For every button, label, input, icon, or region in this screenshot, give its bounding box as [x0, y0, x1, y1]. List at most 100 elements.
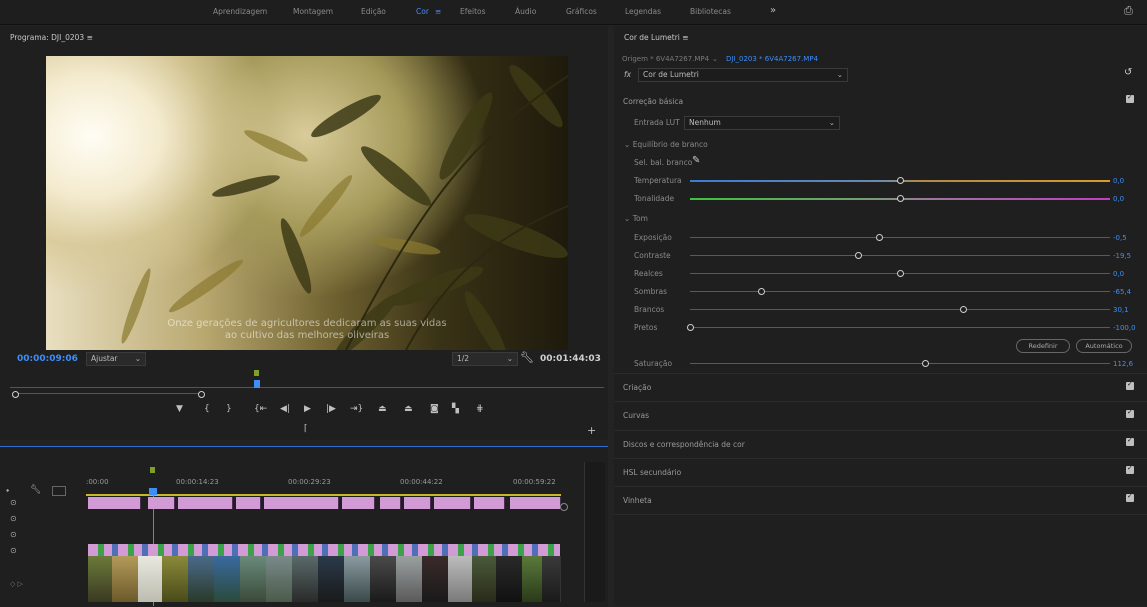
- caption-clip[interactable]: [236, 497, 261, 509]
- current-timecode[interactable]: 00:00:09:06: [17, 354, 78, 364]
- contrast-slider-track[interactable]: [690, 255, 1110, 256]
- video-clip[interactable]: [396, 556, 423, 602]
- chevron-down-icon[interactable]: ⌄: [712, 55, 718, 63]
- caption-clip[interactable]: [264, 497, 339, 509]
- snap-icon[interactable]: ⬩: [6, 486, 9, 496]
- lumetri-title[interactable]: Cor de Lumetri ≡: [624, 33, 689, 42]
- timeline-playhead[interactable]: [149, 488, 157, 495]
- fit-dropdown[interactable]: Ajustar ⌄: [86, 352, 146, 366]
- section-basic-correction[interactable]: Correção básica: [614, 88, 1147, 115]
- step-back-icon[interactable]: ◀|: [280, 404, 290, 414]
- zoom-start-handle[interactable]: [12, 391, 19, 398]
- track-visibility-icon[interactable]: ⊙: [10, 498, 17, 507]
- workspace-tab-bibliotecas[interactable]: Bibliotecas: [690, 7, 731, 16]
- program-monitor-title[interactable]: Programa: DJI_0203 ≡: [10, 33, 93, 42]
- workspace-tab-graficos[interactable]: Gráficos: [566, 7, 597, 16]
- work-area-bar[interactable]: [86, 494, 561, 496]
- section-enable-checkbox[interactable]: [1126, 380, 1134, 390]
- resolution-dropdown[interactable]: 1/2 ⌄: [452, 352, 518, 366]
- video-clip[interactable]: [522, 556, 543, 602]
- workspace-tab-cor[interactable]: Cor: [416, 7, 429, 16]
- track-visibility-icon[interactable]: ⊙: [10, 530, 17, 539]
- section-color-wheels[interactable]: Discos e correspondência de cor: [614, 430, 1147, 458]
- section-creative[interactable]: Criação: [614, 373, 1147, 401]
- video-clip[interactable]: [112, 556, 139, 602]
- overflow-icon[interactable]: »: [770, 5, 776, 16]
- play-icon[interactable]: ▶: [304, 404, 311, 414]
- section-vignette[interactable]: Vinheta: [614, 486, 1147, 514]
- video-clip[interactable]: [318, 556, 345, 602]
- monitor-scrubber[interactable]: [10, 387, 604, 388]
- whites-slider-track[interactable]: [690, 309, 1110, 310]
- workspace-tab-edicao[interactable]: Edição: [361, 7, 386, 16]
- video-clip[interactable]: [472, 556, 497, 602]
- go-to-out-icon[interactable]: ⇥}: [350, 404, 363, 414]
- lift-icon[interactable]: ⏏: [378, 404, 387, 414]
- temperature-value[interactable]: 0,0: [1113, 177, 1124, 185]
- track-expand-icon[interactable]: ◇ ▷: [10, 580, 23, 588]
- blacks-slider-track[interactable]: [690, 327, 1110, 328]
- caption-clip[interactable]: [434, 497, 471, 509]
- temperature-slider-knob[interactable]: [897, 177, 904, 184]
- video-clip[interactable]: [448, 556, 473, 602]
- section-hsl-secondary[interactable]: HSL secundário: [614, 458, 1147, 486]
- contrast-slider-knob[interactable]: [855, 252, 862, 259]
- workspace-tab-audio[interactable]: Áudio: [515, 7, 536, 16]
- monitor-playhead[interactable]: [254, 380, 260, 388]
- track-visibility-icon[interactable]: ⊙: [10, 514, 17, 523]
- source-clip-label[interactable]: Origem * 6V4A7267.MP4: [622, 55, 709, 63]
- extract-icon[interactable]: ⏏: [404, 404, 413, 414]
- caption-clip[interactable]: [510, 497, 561, 509]
- video-clip[interactable]: [496, 556, 523, 602]
- tint-slider-knob[interactable]: [897, 195, 904, 202]
- exposure-value[interactable]: -0,5: [1113, 234, 1127, 242]
- video-clip[interactable]: [188, 556, 215, 602]
- zoom-end-handle[interactable]: [198, 391, 205, 398]
- track-end-handle[interactable]: [560, 503, 568, 511]
- caption-clip[interactable]: [404, 497, 431, 509]
- caption-track-icon[interactable]: [52, 486, 66, 496]
- video-clip[interactable]: [162, 556, 189, 602]
- workspace-menu-icon[interactable]: ≡: [435, 7, 441, 16]
- caption-clip[interactable]: [148, 497, 175, 509]
- wrench-icon[interactable]: 🔧︎: [520, 351, 534, 364]
- saturation-slider-track[interactable]: [690, 363, 1110, 364]
- video-clip[interactable]: [422, 556, 449, 602]
- contrast-value[interactable]: -19,5: [1113, 252, 1131, 260]
- video-clip[interactable]: [88, 556, 113, 602]
- highlights-value[interactable]: 0,0: [1113, 270, 1124, 278]
- highlights-slider-knob[interactable]: [897, 270, 904, 277]
- trim-icon[interactable]: ⌈: [304, 424, 308, 434]
- wrench-icon[interactable]: 🔧︎: [30, 485, 41, 495]
- comparison-icon[interactable]: ▚: [452, 404, 459, 414]
- video-clip[interactable]: [370, 556, 397, 602]
- workspace-tab-montagem[interactable]: Montagem: [293, 7, 333, 16]
- blacks-slider-knob[interactable]: [687, 324, 694, 331]
- eyedropper-icon[interactable]: ✎: [692, 155, 700, 166]
- reset-button[interactable]: Redefinir: [1016, 339, 1070, 353]
- share-icon[interactable]: ⎙: [1124, 4, 1133, 18]
- video-clip-fx-badges[interactable]: [88, 544, 560, 556]
- workspace-tab-efeitos[interactable]: Efeitos: [460, 7, 486, 16]
- sequence-clip-label[interactable]: DJI_0203 * 6V4A7267.MP4: [726, 55, 818, 63]
- section-curves[interactable]: Curvas: [614, 401, 1147, 429]
- caption-clip[interactable]: [380, 497, 401, 509]
- shadows-value[interactable]: -65,4: [1113, 288, 1131, 296]
- video-clip[interactable]: [542, 556, 561, 602]
- exposure-slider-track[interactable]: [690, 237, 1110, 238]
- tint-value[interactable]: 0,0: [1113, 195, 1124, 203]
- caption-clip[interactable]: [178, 497, 233, 509]
- video-clip[interactable]: [240, 556, 267, 602]
- video-clip[interactable]: [344, 556, 371, 602]
- effect-dropdown[interactable]: Cor de Lumetri ⌄: [638, 68, 848, 82]
- blacks-value[interactable]: -100,0: [1113, 324, 1136, 332]
- zoom-bar[interactable]: [12, 393, 202, 394]
- auto-button[interactable]: Automático: [1076, 339, 1132, 353]
- go-to-in-icon[interactable]: {⇤: [254, 404, 267, 414]
- caption-clip[interactable]: [342, 497, 375, 509]
- track-visibility-icon[interactable]: ⊙: [10, 546, 17, 555]
- lut-dropdown[interactable]: Nenhum ⌄: [684, 116, 840, 130]
- whites-value[interactable]: 30,1: [1113, 306, 1129, 314]
- shadows-slider-track[interactable]: [690, 291, 1110, 292]
- section-enable-checkbox[interactable]: [1126, 408, 1134, 418]
